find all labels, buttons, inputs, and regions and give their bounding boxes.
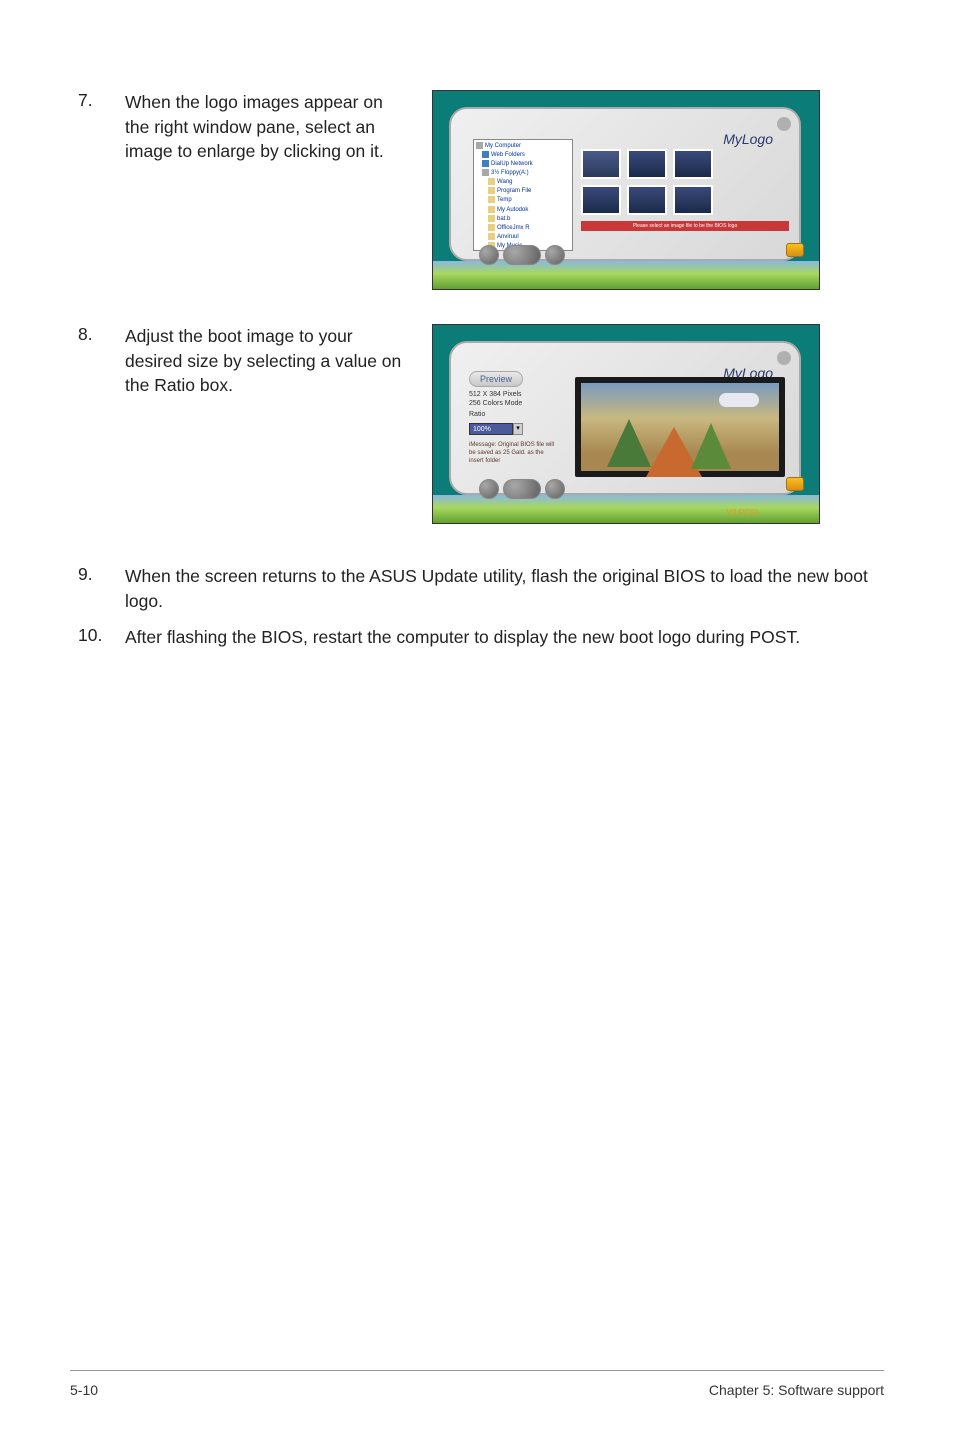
chapter-title: Chapter 5: Software support	[709, 1382, 884, 1398]
image-thumbnails	[581, 149, 713, 215]
close-icon	[777, 117, 791, 131]
close-icon-2	[777, 351, 791, 365]
page-number: 5-10	[70, 1382, 98, 1398]
step-10-number: 10.	[70, 625, 125, 650]
step-10-text: After flashing the BIOS, restart the com…	[125, 625, 884, 650]
ratio-value: 100%	[469, 423, 513, 435]
content-area: 7. When the logo images appear on the ri…	[70, 90, 884, 650]
home-button-icon	[545, 245, 565, 265]
version-label: V3.RC01	[727, 508, 759, 517]
download-icon-2	[786, 477, 804, 491]
step-7-text: When the logo images appear on the right…	[125, 90, 420, 164]
ratio-dropdown-icon: ▾	[513, 423, 523, 435]
status-bar: Please select an image file to be the BI…	[581, 221, 789, 231]
preview-tab: Preview	[469, 371, 523, 387]
bios-message: iMessage: Original BIOS file will be sav…	[469, 441, 557, 465]
step-9-number: 9.	[70, 564, 125, 613]
thumbnail-6	[673, 185, 713, 215]
folder-tree: My Computer Web Folders DialUp Network 3…	[473, 139, 573, 251]
page-footer: 5-10 Chapter 5: Software support	[70, 1370, 884, 1398]
step-7-row: 7. When the logo images appear on the ri…	[70, 90, 884, 290]
step-8-row: 8. Adjust the boot image to your desired…	[70, 324, 884, 524]
thumbnail-5	[627, 185, 667, 215]
thumbnail-1	[581, 149, 621, 179]
image-info: 512 X 384 Pixels 256 Colors Mode Ratio	[469, 391, 561, 420]
home-button-icon-2	[545, 479, 565, 499]
step-7-screenshot: MyLogo My Computer Web Folders DialUp Ne…	[432, 90, 820, 290]
step-9-text: When the screen returns to the ASUS Upda…	[125, 564, 884, 613]
preview-frame	[575, 377, 785, 477]
step-8-screenshot: MyLogo Preview 512 X 384 Pixels 256 Colo…	[432, 324, 820, 524]
thumbnail-4	[581, 185, 621, 215]
back-button-icon-2	[479, 479, 499, 499]
thumbnail-3	[673, 149, 713, 179]
thumbnail-2	[627, 149, 667, 179]
step-7-number: 7.	[70, 90, 125, 164]
download-icon	[786, 243, 804, 257]
step-8-text: Adjust the boot image to your desired si…	[125, 324, 420, 398]
steps-9-10: 9. When the screen returns to the ASUS U…	[70, 564, 884, 650]
next-button-icon-2	[503, 479, 541, 499]
mylogo-title: MyLogo	[723, 131, 773, 147]
back-button-icon	[479, 245, 499, 265]
next-button-icon	[503, 245, 541, 265]
step-8-number: 8.	[70, 324, 125, 398]
